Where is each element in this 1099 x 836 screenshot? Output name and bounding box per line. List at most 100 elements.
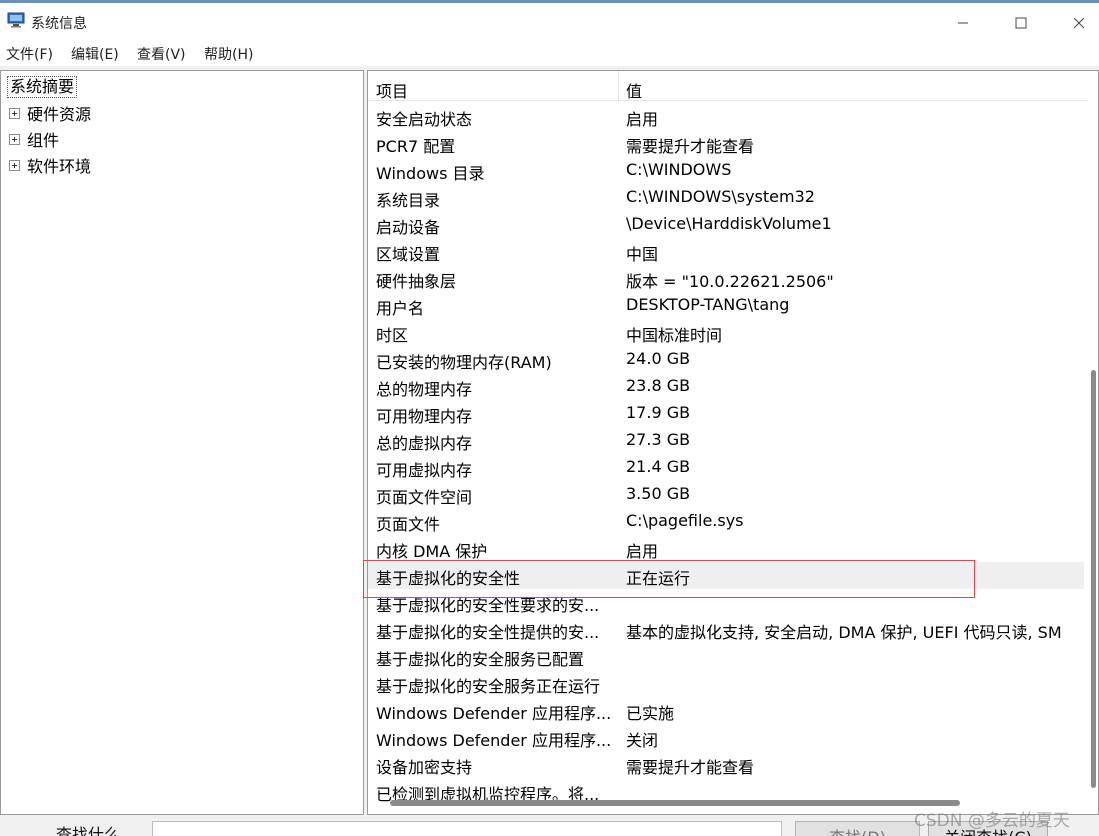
row-item-cell: 基于虚拟化的安全服务已配置: [376, 650, 585, 669]
table-row[interactable]: Windows Defender 应用程序... 关闭: [368, 724, 1084, 751]
row-value-cell: 需要提升才能查看: [626, 758, 755, 777]
column-header-item[interactable]: 项目: [376, 78, 408, 102]
table-row[interactable]: 总的虚拟内存 27.3 GB: [368, 427, 1084, 454]
table-row[interactable]: 基于虚拟化的安全性要求的安...: [368, 589, 1084, 616]
row-value-cell: 17.9 GB: [626, 403, 691, 422]
tree-item-label: 硬件资源: [27, 105, 92, 124]
row-value-cell: C:\pagefile.sys: [626, 511, 744, 530]
minimize-button[interactable]: [940, 6, 986, 40]
row-item-cell: 内核 DMA 保护: [376, 542, 488, 561]
table-row[interactable]: 基于虚拟化的安全服务正在运行: [368, 670, 1084, 697]
find-input[interactable]: [152, 821, 782, 836]
expand-icon[interactable]: [9, 133, 20, 145]
find-button[interactable]: 查找(D): [795, 821, 920, 836]
menu-bar: 文件(F) 编辑(E) 查看(V) 帮助(H): [0, 40, 1099, 66]
minimize-icon: [958, 22, 968, 24]
table-row[interactable]: 可用物理内存 17.9 GB: [368, 400, 1084, 427]
menu-edit[interactable]: 编辑(E): [71, 44, 119, 64]
table-row[interactable]: 可用虚拟内存 21.4 GB: [368, 454, 1084, 481]
row-item-cell: 基于虚拟化的安全性: [376, 569, 521, 588]
row-item-cell: 已安装的物理内存(RAM): [376, 353, 552, 372]
row-item-cell: 硬件抽象层: [376, 272, 457, 291]
row-item-cell: 页面文件空间: [376, 488, 473, 507]
row-item-cell: 安全启动状态: [376, 110, 473, 129]
row-item-cell: 用户名: [376, 299, 425, 318]
row-item-cell: 时区: [376, 326, 409, 345]
window-title: 系统信息: [31, 16, 87, 32]
expand-icon[interactable]: [9, 107, 20, 119]
system-info-app-icon: [7, 12, 25, 28]
list-header: 项目 值: [368, 71, 1088, 101]
row-item-cell: Windows Defender 应用程序...: [376, 704, 612, 723]
tree-item-hardware-resources[interactable]: 硬件资源: [9, 103, 92, 124]
table-row[interactable]: PCR7 配置 需要提升才能查看: [368, 130, 1084, 157]
menu-help[interactable]: 帮助(H): [204, 44, 253, 64]
table-row[interactable]: 内核 DMA 保护 启用: [368, 535, 1084, 562]
maximize-icon: [1015, 17, 1027, 29]
row-value-cell: 21.4 GB: [626, 457, 691, 476]
row-item-cell: 总的物理内存: [376, 380, 473, 399]
maximize-button[interactable]: [998, 6, 1044, 40]
row-value-cell: C:\WINDOWS\system32: [626, 187, 815, 206]
row-item-cell: 基于虚拟化的安全服务正在运行: [376, 677, 601, 696]
table-row[interactable]: Windows 目录 C:\WINDOWS: [368, 157, 1084, 184]
table-row[interactable]: 系统目录 C:\WINDOWS\system32: [368, 184, 1084, 211]
row-value-cell: C:\WINDOWS: [626, 160, 732, 179]
vertical-scroll-thumb[interactable]: [1091, 370, 1096, 788]
table-row[interactable]: 启动设备 \Device\HarddiskVolume1: [368, 211, 1084, 238]
tree-item-label: 组件: [27, 131, 60, 150]
row-item-cell: 系统目录: [376, 191, 441, 210]
row-value-cell: 关闭: [626, 731, 659, 750]
row-item-cell: 总的虚拟内存: [376, 434, 473, 453]
tree-item-system-summary[interactable]: 系统摘要: [7, 76, 78, 98]
row-item-cell: Windows 目录: [376, 164, 485, 183]
tree-item-software-environment[interactable]: 软件环境: [9, 155, 92, 176]
details-list: 项目 值 安全启动状态 启用 PCR7 配置 需要提升才能查看 Windows 目录 C:…: [367, 70, 1099, 815]
row-value-cell: 中国: [626, 245, 659, 264]
row-value-cell: \Device\HarddiskVolume1: [626, 214, 832, 233]
row-item-cell: Windows Defender 应用程序...: [376, 731, 612, 750]
table-row[interactable]: 基于虚拟化的安全服务已配置: [368, 643, 1084, 670]
close-icon: [1073, 17, 1085, 29]
watermark: CSDN @多云的夏天: [914, 811, 1070, 831]
column-header-value[interactable]: 值: [626, 78, 642, 102]
table-row[interactable]: 设备加密支持 需要提升才能查看: [368, 751, 1084, 778]
row-item-cell: 设备加密支持: [376, 758, 473, 777]
table-row[interactable]: 时区 中国标准时间: [368, 319, 1084, 346]
row-value-cell: 启用: [626, 110, 659, 129]
table-row[interactable]: Windows Defender 应用程序... 已实施: [368, 697, 1084, 724]
table-row[interactable]: 用户名 DESKTOP-TANG\tang: [368, 292, 1084, 319]
row-item-cell: PCR7 配置: [376, 137, 456, 156]
find-what-label: 查找什么: [56, 825, 121, 836]
menu-view[interactable]: 查看(V): [137, 44, 186, 64]
row-value-cell: 基本的虚拟化支持, 安全启动, DMA 保护, UEFI 代码只读, SM: [626, 623, 1062, 642]
row-item-cell: 可用虚拟内存: [376, 461, 473, 480]
row-item-cell: 启动设备: [376, 218, 441, 237]
list-rows: 安全启动状态 启用 PCR7 配置 需要提升才能查看 Windows 目录 C:\WIND…: [368, 103, 1084, 805]
table-row[interactable]: 基于虚拟化的安全性提供的安... 基本的虚拟化支持, 安全启动, DMA 保护, …: [368, 616, 1084, 643]
row-item-cell: 区域设置: [376, 245, 441, 264]
table-row[interactable]: 已安装的物理内存(RAM) 24.0 GB: [368, 346, 1084, 373]
row-item-cell: 可用物理内存: [376, 407, 473, 426]
table-row[interactable]: 页面文件空间 3.50 GB: [368, 481, 1084, 508]
row-value-cell: 3.50 GB: [626, 484, 691, 503]
close-window-button[interactable]: [1056, 6, 1099, 40]
table-row[interactable]: 页面文件 C:\pagefile.sys: [368, 508, 1084, 535]
table-row[interactable]: 安全启动状态 启用: [368, 103, 1084, 130]
horizontal-scroll-thumb[interactable]: [390, 800, 960, 806]
table-row[interactable]: 区域设置 中国: [368, 238, 1084, 265]
row-item-cell: 基于虚拟化的安全性要求的安...: [376, 596, 600, 615]
menu-file[interactable]: 文件(F): [6, 44, 53, 64]
vertical-scrollbar[interactable]: [1088, 70, 1098, 790]
table-row[interactable]: 总的物理内存 23.8 GB: [368, 373, 1084, 400]
title-bar: 系统信息: [0, 0, 1099, 40]
row-value-cell: 需要提升才能查看: [626, 137, 755, 156]
tree-item-label: 软件环境: [27, 157, 92, 176]
tree-item-components[interactable]: 组件: [9, 129, 60, 150]
table-row[interactable]: 基于虚拟化的安全性 正在运行: [368, 562, 1084, 589]
table-row[interactable]: 硬件抽象层 版本 = "10.0.22621.2506": [368, 265, 1084, 292]
expand-icon[interactable]: [9, 159, 20, 171]
column-divider[interactable]: [618, 71, 619, 101]
row-value-cell: 27.3 GB: [626, 430, 691, 449]
row-value-cell: 24.0 GB: [626, 349, 691, 368]
